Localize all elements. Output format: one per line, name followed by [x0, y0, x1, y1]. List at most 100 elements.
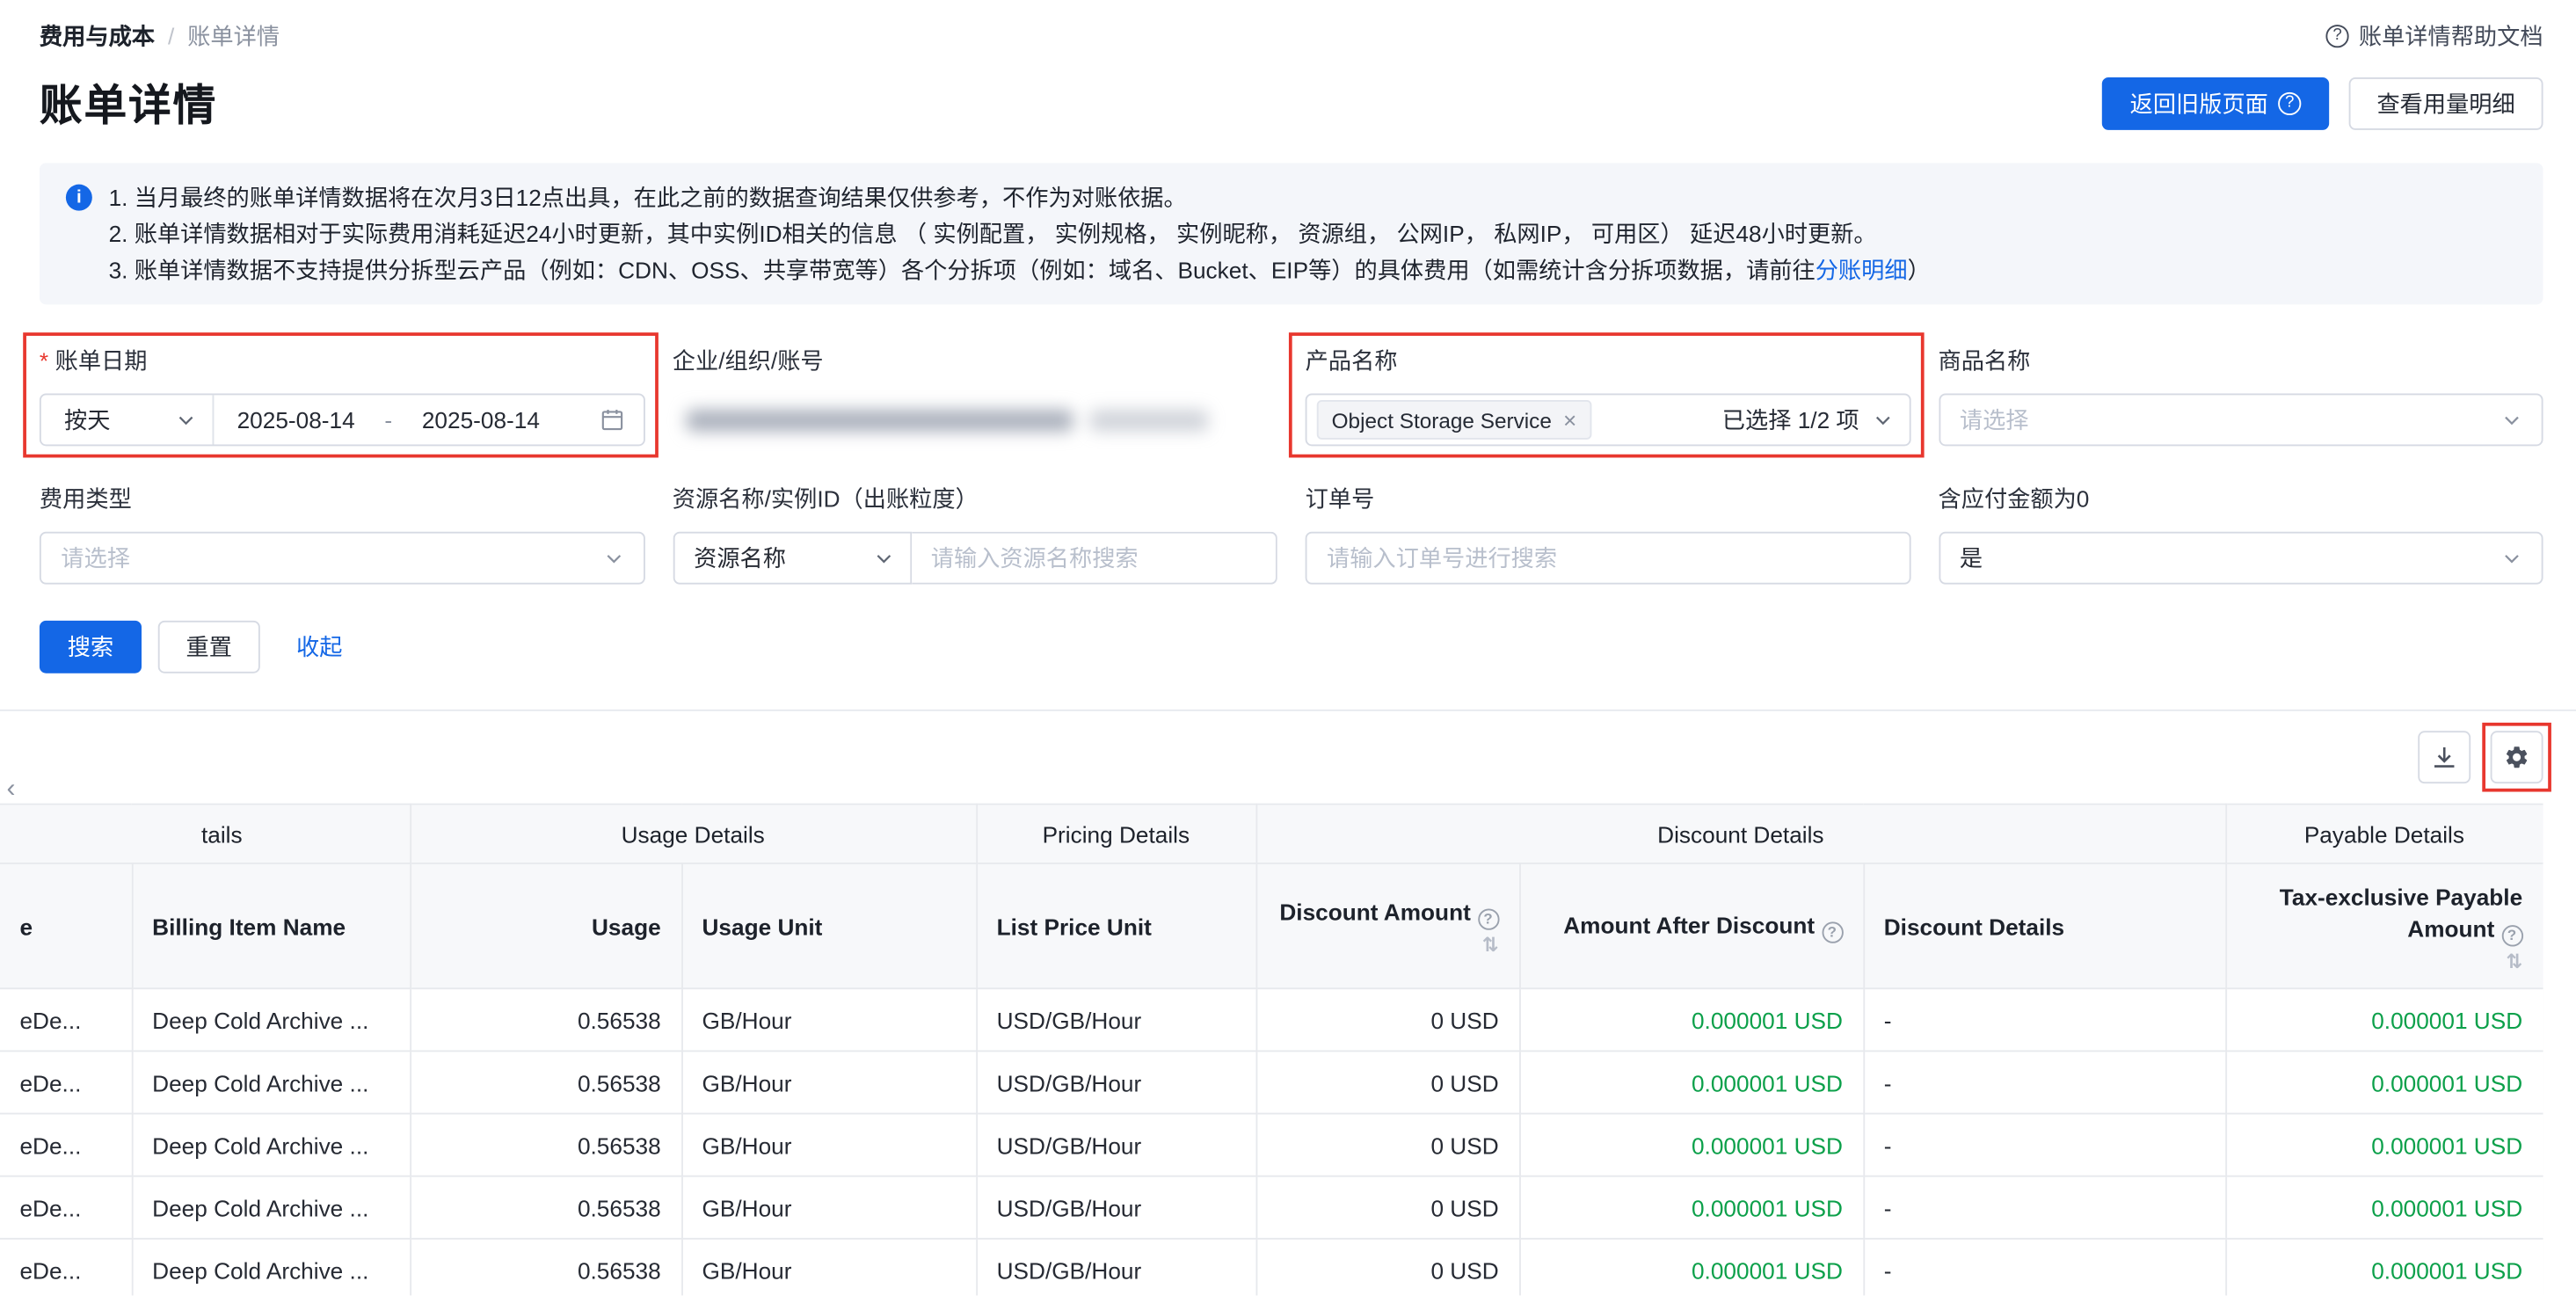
resource-search-input[interactable]: [911, 532, 1277, 585]
resource-mode-value: 资源名称: [694, 542, 786, 574]
order-number-input[interactable]: [1306, 532, 1910, 585]
cell-billing-item-name: Deep Cold Archive ...: [132, 1176, 410, 1239]
cell-list-price-unit: USD/GB/Hour: [976, 1239, 1255, 1296]
filter-bill-date: * 账单日期 按天 2025-08-14 - 2025-08-14: [40, 344, 644, 446]
topbar: 费用与成本 / 账单详情 账单详情帮助文档: [0, 0, 2576, 53]
zero-amount-value: 是: [1960, 542, 1983, 574]
chevron-down-icon: [2502, 548, 2521, 567]
billing-table: tails Usage Details Pricing Details Disc…: [0, 804, 2543, 1296]
table-column-header-row: e Billing Item Name Usage Usage Unit Lis…: [0, 863, 2543, 988]
cell-billing-item-name: Deep Cold Archive ...: [132, 1051, 410, 1113]
table-body: eDe... Deep Cold Archive ... 0.56538 GB/…: [0, 988, 2543, 1295]
cell-discount-amount: 0 USD: [1255, 988, 1519, 1051]
sort-icon[interactable]: [1482, 935, 1499, 954]
breadcrumb-parent[interactable]: 费用与成本: [40, 19, 155, 52]
masked-text-block: [686, 409, 1073, 430]
cell-discount-details: -: [1863, 1051, 2225, 1113]
notice-line-3-suffix: ）: [1908, 257, 1931, 283]
title-row: 账单详情 返回旧版页面 查看用量明细: [0, 53, 2576, 134]
cell-list-price-unit: USD/GB/Hour: [976, 1114, 1255, 1176]
collapse-link[interactable]: 收起: [296, 630, 342, 663]
view-usage-detail-button[interactable]: 查看用量明细: [2349, 76, 2543, 129]
resource-mode-select[interactable]: 资源名称: [673, 532, 911, 585]
cell-billing-item-name: Deep Cold Archive ...: [132, 1239, 410, 1296]
cell-discount-details: -: [1863, 988, 2225, 1051]
sort-icon[interactable]: [2506, 950, 2522, 970]
date-granularity-select[interactable]: 按天: [41, 395, 215, 444]
filter-zero-amount: 含应付金额为0 是: [1939, 483, 2543, 585]
table-row: eDe... Deep Cold Archive ... 0.56538 GB/…: [0, 1176, 2543, 1239]
question-circle-icon: [2325, 25, 2348, 47]
date-granularity-value: 按天: [64, 404, 110, 436]
download-button[interactable]: [2418, 731, 2470, 783]
notice-line-3: 3. 账单详情数据不支持提供分拆型云产品（例如：CDN、OSS、共享带宽等）各个…: [109, 251, 1931, 288]
help-doc-label: 账单详情帮助文档: [2359, 19, 2543, 52]
table-row: eDe... Deep Cold Archive ... 0.56538 GB/…: [0, 1051, 2543, 1113]
column-header-payable-amount: Tax-exclusive Payable Amount: [2225, 863, 2543, 988]
masked-account-value: [673, 393, 1277, 446]
group-header-pricing-details: Pricing Details: [976, 805, 1255, 863]
table-row: eDe... Deep Cold Archive ... 0.56538 GB/…: [0, 1114, 2543, 1176]
table-toolbar: [0, 711, 2576, 800]
notice-line-2: 2. 账单详情数据相对于实际费用消耗延迟24小时更新，其中实例ID相关的信息 （…: [109, 215, 1931, 251]
question-circle-icon[interactable]: [2501, 924, 2522, 945]
product-tag: Object Storage Service: [1317, 400, 1591, 440]
chevron-down-icon: [873, 548, 892, 567]
chevron-down-icon: [603, 548, 622, 567]
fee-type-select[interactable]: 请选择: [40, 532, 644, 585]
settings-button[interactable]: [2491, 731, 2543, 783]
cell-discount-amount: 0 USD: [1255, 1176, 1519, 1239]
bill-date-control: 按天 2025-08-14 - 2025-08-14: [40, 393, 644, 446]
cell-usage: 0.56538: [410, 1051, 681, 1113]
cell-amount-after-discount: 0.000001 USD: [1519, 1114, 1863, 1176]
filter-form: * 账单日期 按天 2025-08-14 - 2025-08-14: [40, 344, 2543, 584]
cell-list-price-unit: USD/GB/Hour: [976, 988, 1255, 1051]
back-old-version-button[interactable]: 返回旧版页面: [2102, 76, 2329, 129]
cell-billing-item-name: Deep Cold Archive ...: [132, 988, 410, 1051]
fee-type-label: 费用类型: [40, 483, 644, 515]
cell-payable-amount: 0.000001 USD: [2225, 1176, 2543, 1239]
cell-discount-amount: 0 USD: [1255, 1239, 1519, 1296]
resource-control: 资源名称: [673, 532, 1277, 585]
group-header-payable-details: Payable Details: [2225, 805, 2543, 863]
cell-discount-amount: 0 USD: [1255, 1051, 1519, 1113]
question-circle-icon[interactable]: [1822, 921, 1843, 942]
gear-icon: [2504, 744, 2530, 770]
group-header-discount-details: Discount Details: [1255, 805, 2225, 863]
calendar-icon: [600, 408, 622, 431]
breadcrumb: 费用与成本 / 账单详情: [40, 19, 280, 52]
panel-collapse-handle[interactable]: [0, 774, 22, 806]
cell-clipped: eDe...: [0, 988, 132, 1051]
filter-order-number: 订单号: [1306, 483, 1910, 585]
select-placeholder: 请选择: [61, 542, 130, 574]
reset-button[interactable]: 重置: [158, 621, 260, 673]
split-bill-link[interactable]: 分账明细: [1816, 257, 1908, 283]
cell-list-price-unit: USD/GB/Hour: [976, 1176, 1255, 1239]
help-doc-link[interactable]: 账单详情帮助文档: [2325, 19, 2543, 52]
zero-amount-select[interactable]: 是: [1939, 532, 2543, 585]
column-header-billing-item-name: Billing Item Name: [132, 863, 410, 988]
date-separator: -: [384, 406, 392, 433]
cell-payable-amount: 0.000001 USD: [2225, 1114, 2543, 1176]
order-number-control: [1306, 532, 1910, 585]
filter-commodity-name: 商品名称 请选择: [1939, 344, 2543, 446]
question-circle-icon[interactable]: [1477, 908, 1498, 929]
filter-resource: 资源名称/实例ID（出账粒度） 资源名称: [673, 483, 1277, 585]
bill-date-label: * 账单日期: [40, 344, 644, 376]
cell-usage-unit: GB/Hour: [681, 1051, 976, 1113]
commodity-name-select[interactable]: 请选择: [1939, 393, 2543, 446]
chevron-down-icon: [176, 410, 195, 429]
column-header-amount-after-discount: Amount After Discount: [1519, 863, 1863, 988]
cell-clipped: eDe...: [0, 1051, 132, 1113]
date-range-picker[interactable]: 2025-08-14 - 2025-08-14: [214, 406, 643, 433]
info-icon: [66, 185, 92, 211]
product-name-select[interactable]: Object Storage Service 已选择 1/2 项: [1306, 393, 1910, 446]
billing-table-wrap: tails Usage Details Pricing Details Disc…: [0, 804, 2543, 1296]
select-placeholder: 请选择: [1960, 404, 2029, 436]
remove-tag-icon[interactable]: [1563, 408, 1576, 431]
search-button[interactable]: 搜索: [40, 621, 142, 673]
cell-discount-details: -: [1863, 1239, 2225, 1296]
cell-usage-unit: GB/Hour: [681, 1114, 976, 1176]
selected-count-summary: 已选择 1/2 项: [1722, 404, 1859, 436]
cell-clipped: eDe...: [0, 1239, 132, 1296]
